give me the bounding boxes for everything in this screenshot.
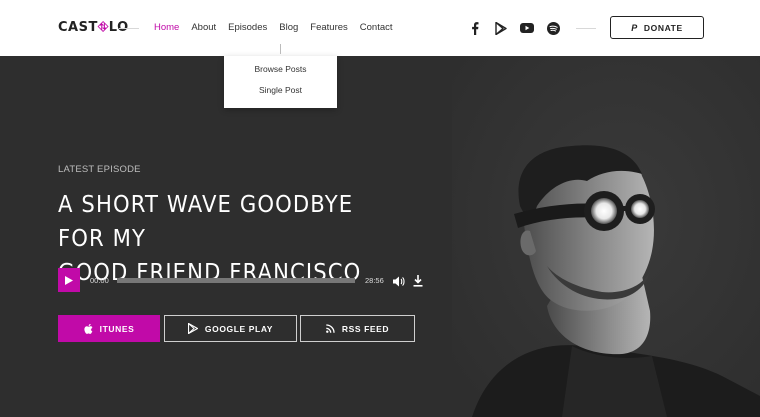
site-header: CAST⛗LO Home About Episodes Blog Feature… [0, 0, 760, 56]
nav-item-about[interactable]: About [191, 22, 216, 34]
dropdown-item-single-post[interactable]: Single Post [224, 85, 337, 95]
header-divider [576, 28, 596, 29]
header-divider [119, 28, 139, 29]
progress-bar[interactable] [117, 278, 355, 283]
nav-item-home[interactable]: Home [154, 22, 179, 34]
dropdown-caret [280, 44, 281, 54]
facebook-icon[interactable] [466, 19, 484, 37]
current-time: 00:00 [90, 276, 109, 285]
hero-portrait-image [452, 56, 760, 417]
play-icon [65, 275, 73, 285]
social-links [466, 19, 570, 37]
blog-dropdown-menu: Browse Posts Single Post [224, 44, 337, 108]
google-play-button[interactable]: GOOGLE PLAY [164, 315, 297, 342]
google-play-icon [187, 323, 198, 334]
donate-button[interactable]: P DONATE [610, 16, 704, 39]
itunes-button[interactable]: ITUNES [58, 315, 160, 342]
nav-item-contact[interactable]: Contact [360, 22, 393, 34]
rss-feed-button[interactable]: RSS FEED [300, 315, 415, 342]
episode-title-line-1: A SHORT WAVE GOODBYE FOR MY [58, 192, 354, 252]
nav-item-features[interactable]: Features [310, 22, 348, 34]
apple-icon [83, 323, 93, 334]
paypal-icon: P [631, 22, 638, 33]
latest-episode-label: LATEST EPISODE [58, 164, 141, 175]
google-play-icon[interactable] [492, 19, 510, 37]
nav-item-blog[interactable]: Blog [279, 22, 298, 34]
main-nav: Home About Episodes Blog Features Contac… [154, 22, 405, 34]
dropdown-item-browse-posts[interactable]: Browse Posts [224, 64, 337, 74]
youtube-icon[interactable] [518, 19, 536, 37]
download-icon[interactable] [413, 274, 423, 292]
spotify-icon[interactable] [544, 19, 562, 37]
nav-item-episodes[interactable]: Episodes [228, 22, 267, 34]
play-button[interactable] [58, 268, 80, 292]
volume-icon[interactable] [393, 274, 405, 292]
microphone-icon: ⛗ [97, 20, 109, 35]
rss-icon [325, 324, 335, 333]
audio-player: 00:00 28:56 [58, 268, 428, 292]
duration: 28:56 [365, 276, 384, 285]
